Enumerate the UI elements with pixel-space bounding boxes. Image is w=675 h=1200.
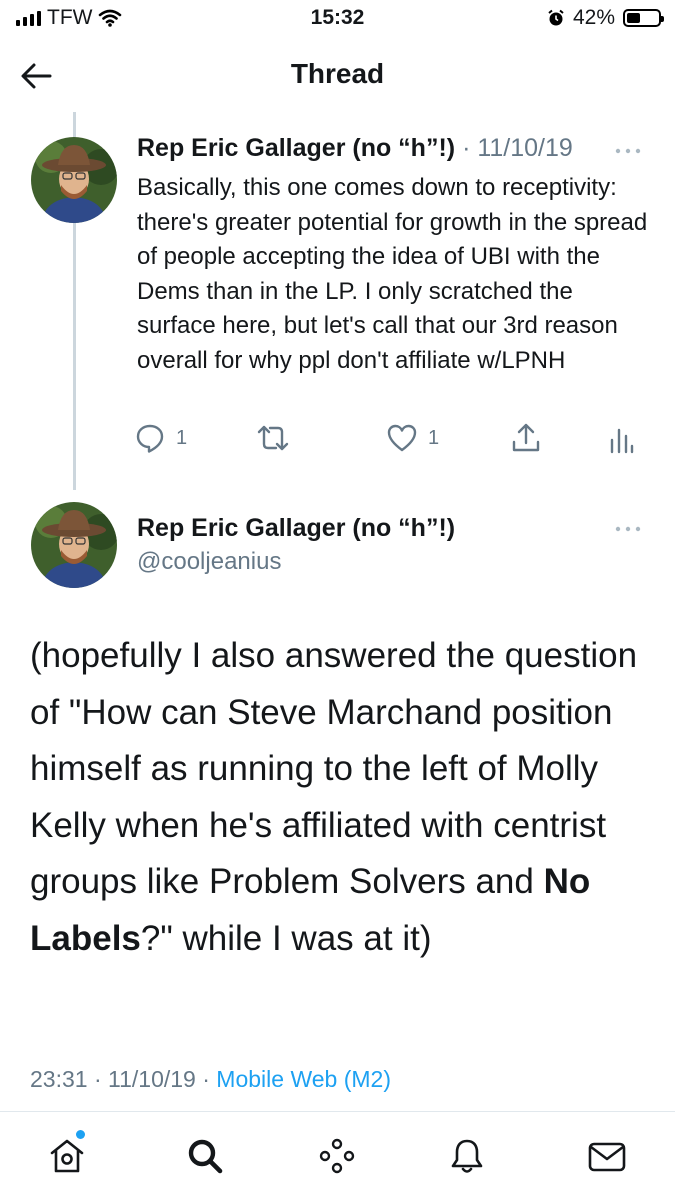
author-name[interactable]: Rep Eric Gallager (no “h”!)	[137, 514, 455, 543]
retweet-icon	[257, 425, 289, 451]
avatar-image	[31, 137, 117, 223]
main-tweet-text: (hopefully I also answered the question …	[30, 628, 650, 967]
tab-home[interactable]	[43, 1130, 91, 1180]
author-name[interactable]: Rep Eric Gallager (no “h”!)	[137, 134, 455, 162]
notification-dot	[76, 1130, 85, 1139]
tab-spaces[interactable]	[313, 1132, 361, 1180]
tweet-metadata: 23:31 · 11/10/19 · Mobile Web (M2)	[30, 1066, 391, 1093]
tab-messages[interactable]	[583, 1132, 631, 1180]
reply-button[interactable]: 1	[134, 422, 187, 454]
analytics-icon	[610, 428, 634, 454]
tab-search[interactable]	[181, 1132, 229, 1180]
retweet-button[interactable]	[256, 422, 290, 454]
more-options-icon[interactable]	[613, 146, 643, 156]
reply-icon	[136, 424, 164, 453]
share-icon	[512, 423, 540, 452]
separator: ·	[93, 1066, 102, 1092]
avatar[interactable]	[31, 502, 117, 588]
battery-percent: 42%	[572, 6, 615, 29]
status-right: 42%	[547, 6, 664, 30]
status-bar: TFW 15:32 42%	[0, 0, 675, 38]
search-icon	[188, 1139, 223, 1174]
tweet-source-link[interactable]: Mobile Web (M2)	[216, 1066, 391, 1092]
tab-notifications[interactable]	[443, 1132, 491, 1180]
analytics-button[interactable]	[608, 422, 634, 454]
spaces-icon	[319, 1138, 355, 1174]
tweet-actions: 1 1	[134, 422, 644, 456]
avatar[interactable]	[31, 137, 117, 223]
heart-icon	[387, 424, 417, 452]
bell-icon	[451, 1139, 483, 1173]
home-icon	[50, 1139, 84, 1173]
like-button[interactable]: 1	[386, 422, 439, 454]
alarm-icon	[548, 9, 564, 26]
tweet-text-part: ?" while I was at it)	[140, 918, 432, 958]
tweet-time: 23:31	[30, 1066, 88, 1092]
separator: ·	[462, 134, 471, 162]
battery-icon	[623, 9, 664, 27]
more-options-icon[interactable]	[613, 524, 643, 534]
avatar-image	[31, 502, 117, 588]
thread-header: Thread	[0, 38, 675, 114]
reply-count: 1	[176, 426, 188, 449]
parent-tweet-text: Basically, this one comes down to recept…	[137, 174, 648, 374]
like-count: 1	[428, 426, 440, 449]
tweet-date[interactable]: 11/10/19	[477, 134, 572, 162]
parent-tweet-header: Rep Eric Gallager (no “h”!) · 11/10/19	[137, 134, 573, 163]
author-handle[interactable]: @cooljeanius	[137, 548, 281, 576]
tweet-date: 11/10/19	[108, 1066, 196, 1092]
bottom-tab-bar	[0, 1112, 675, 1200]
share-button[interactable]	[510, 422, 542, 454]
separator: ·	[202, 1066, 210, 1092]
mail-icon	[588, 1142, 626, 1172]
page-title: Thread	[290, 58, 385, 89]
